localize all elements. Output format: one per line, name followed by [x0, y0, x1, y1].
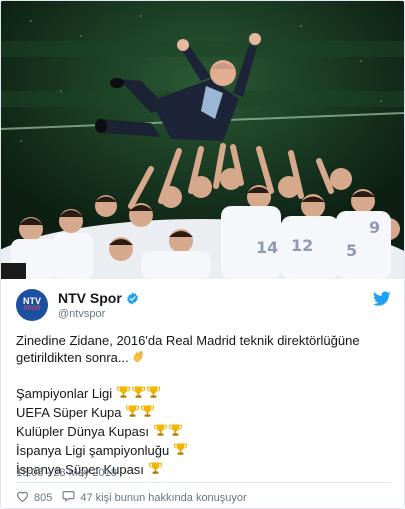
title-item: Şampiyonlar Ligi [16, 385, 391, 404]
title-name: UEFA Süper Kupa [16, 405, 122, 420]
trophy-icon [153, 423, 168, 442]
text-line-2: getirildikten sonra... [16, 349, 391, 368]
trophy-icon [148, 461, 163, 480]
like-button[interactable]: 805 [16, 490, 52, 505]
trophy-icon [116, 385, 131, 404]
svg-text:9: 9 [369, 218, 380, 237]
title-item: UEFA Süper Kupa [16, 404, 391, 423]
twitter-bird-icon[interactable] [373, 291, 391, 307]
heart-icon [16, 490, 29, 505]
tweet-text: Zinedine Zidane, 2016'da Real Madrid tek… [16, 332, 391, 480]
display-name-row[interactable]: NTV Spor [58, 290, 139, 307]
author-names: NTV Spor @ntvspor [58, 290, 139, 321]
title-name: Şampiyonlar Ligi [16, 386, 113, 401]
clapping-hands-icon [132, 349, 147, 368]
title-item: Kulüpler Dünya Kupası [16, 423, 391, 442]
trophy-icon [140, 404, 155, 423]
replies-text: 47 kişi bunun hakkında konuşuyor [80, 491, 247, 504]
comment-icon [62, 490, 75, 505]
tweet-card: 14 12 9 5 NTV SPOR NTV Spor @ntvspor Zin… [0, 0, 405, 509]
tweet-photo[interactable]: 14 12 9 5 [1, 1, 404, 279]
tweet-timestamp[interactable]: 15:05 - 28 May 2018 [16, 467, 117, 479]
title-name: İspanya Ligi şampiyonluğu [16, 443, 170, 458]
trophy-icon [131, 385, 146, 404]
trophy-icon [125, 404, 140, 423]
avatar[interactable]: NTV SPOR [16, 289, 48, 321]
avatar-text: NTV [23, 296, 41, 306]
trophy-icon [173, 442, 188, 461]
avatar-subtext: SPOR [23, 306, 41, 312]
text-line-1: Zinedine Zidane, 2016'da Real Madrid tek… [16, 333, 360, 348]
handle[interactable]: @ntvspor [58, 307, 139, 321]
tweet-actions: 805 47 kişi bunun hakkında konuşuyor [16, 490, 257, 505]
celebration-image: 14 12 9 5 [1, 1, 404, 279]
text-line-2-content: getirildikten sonra... [16, 350, 129, 365]
trophy-icon [168, 423, 183, 442]
divider [16, 482, 391, 483]
tweet-header: NTV SPOR NTV Spor @ntvspor [16, 289, 391, 325]
title-item: İspanya Ligi şampiyonluğu [16, 442, 391, 461]
reply-button[interactable]: 47 kişi bunun hakkında konuşuyor [62, 490, 247, 505]
verified-badge-icon [126, 292, 139, 305]
trophy-icon [146, 385, 161, 404]
like-count: 805 [34, 491, 53, 504]
svg-text:5: 5 [346, 241, 357, 260]
titles-list: Şampiyonlar Ligi UEFA Süper Kupa Kulüple… [16, 385, 391, 480]
display-name[interactable]: NTV Spor [58, 290, 122, 307]
svg-text:14: 14 [256, 238, 278, 257]
title-name: Kulüpler Dünya Kupası [16, 424, 149, 439]
svg-text:12: 12 [291, 236, 313, 255]
